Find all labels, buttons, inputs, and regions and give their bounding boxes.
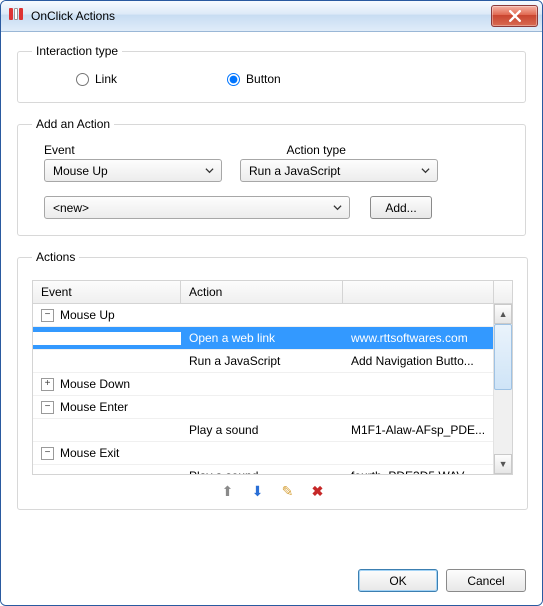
row-value-label: www.rttsoftwares.com [343,331,493,345]
actions-table-body: −Mouse UpOpen a web linkwww.rttsoftwares… [33,304,493,474]
move-up-button[interactable]: ⬆ [220,483,236,499]
edit-button[interactable]: ✎ [280,483,296,499]
actions-legend: Actions [32,250,79,264]
collapse-icon[interactable]: − [41,401,54,414]
radio-button-input[interactable] [227,73,240,86]
radio-link-input[interactable] [76,73,89,86]
dialog-window: OnClick Actions Interaction type Link Bu… [0,0,543,606]
actions-toolbar: ⬆ ⬇ ✎ ✖ [32,483,513,499]
close-icon [509,10,521,22]
col-header-value[interactable] [343,281,494,303]
event-label: Event [44,143,269,157]
row-event-label: Mouse Down [60,377,130,391]
row-event-label: Mouse Enter [60,400,128,414]
row-value-label: Add Navigation Butto... [343,354,493,368]
script-select[interactable]: <new> [44,196,350,219]
row-action-label: Open a web link [181,331,343,345]
row-action-label: Play a sound [181,469,343,474]
table-row[interactable]: −Mouse Enter [33,396,493,419]
ok-button[interactable]: OK [358,569,438,592]
collapse-icon[interactable]: − [41,309,54,322]
add-action-group: Add an Action Event Action type Mouse Up… [17,117,526,236]
add-button[interactable]: Add... [370,196,432,219]
table-row[interactable]: Run a JavaScriptAdd Navigation Butto... [33,350,493,373]
interaction-type-legend: Interaction type [32,44,122,58]
cancel-button[interactable]: Cancel [446,569,526,592]
scroll-down-button[interactable]: ▼ [494,454,512,474]
window-title: OnClick Actions [31,9,491,23]
actions-group: Actions Event Action −Mouse UpOpen a web… [17,250,528,510]
dialog-buttons: OK Cancel [358,569,526,592]
col-header-action[interactable]: Action [181,281,343,303]
event-select-value: Mouse Up [53,164,108,178]
actions-table-header: Event Action [32,280,513,304]
table-row[interactable]: −Mouse Exit [33,442,493,465]
event-select[interactable]: Mouse Up [44,159,222,182]
scroll-track[interactable] [494,390,512,454]
table-row[interactable]: −Mouse Up [33,304,493,327]
col-header-event[interactable]: Event [33,281,181,303]
scroll-thumb[interactable] [494,324,512,390]
chevron-down-icon [205,166,215,175]
row-action-label: Play a sound [181,423,343,437]
action-type-label: Action type [287,143,512,157]
row-value-label: fourth_PDE3D5.WAV [343,469,493,474]
actions-table: Event Action −Mouse UpOpen a web linkwww… [32,280,513,475]
table-row[interactable]: Play a soundM1F1-Alaw-AFsp_PDE... [33,419,493,442]
action-type-select-value: Run a JavaScript [249,164,340,178]
dialog-client: Interaction type Link Button Add an Acti… [1,32,542,606]
scroll-up-button[interactable]: ▲ [494,304,512,324]
move-down-button[interactable]: ⬇ [250,483,266,499]
table-row[interactable]: + Mouse Down [33,373,493,396]
table-row[interactable]: Open a web linkwww.rttsoftwares.com [33,327,493,350]
collapse-icon[interactable]: − [41,447,54,460]
col-header-scroll [494,281,512,303]
chevron-down-icon [421,166,431,175]
expand-icon[interactable]: + [41,378,54,391]
add-action-legend: Add an Action [32,117,114,131]
radio-button[interactable]: Button [227,72,281,86]
vertical-scrollbar[interactable]: ▲ ▼ [493,304,512,474]
radio-link-label: Link [95,72,117,86]
action-type-select[interactable]: Run a JavaScript [240,159,438,182]
radio-button-label: Button [246,72,281,86]
radio-link[interactable]: Link [76,72,117,86]
row-value-label: M1F1-Alaw-AFsp_PDE... [343,423,493,437]
delete-button[interactable]: ✖ [310,483,326,499]
script-select-value: <new> [53,201,89,215]
row-event-label: Mouse Exit [60,446,119,460]
app-icon [9,8,25,24]
title-bar[interactable]: OnClick Actions [1,1,542,32]
table-row[interactable]: Play a soundfourth_PDE3D5.WAV [33,465,493,474]
chevron-down-icon [333,203,343,212]
row-event-label: Mouse Up [60,308,115,322]
row-action-label: Run a JavaScript [181,354,343,368]
interaction-type-group: Interaction type Link Button [17,44,526,103]
close-button[interactable] [491,5,538,27]
